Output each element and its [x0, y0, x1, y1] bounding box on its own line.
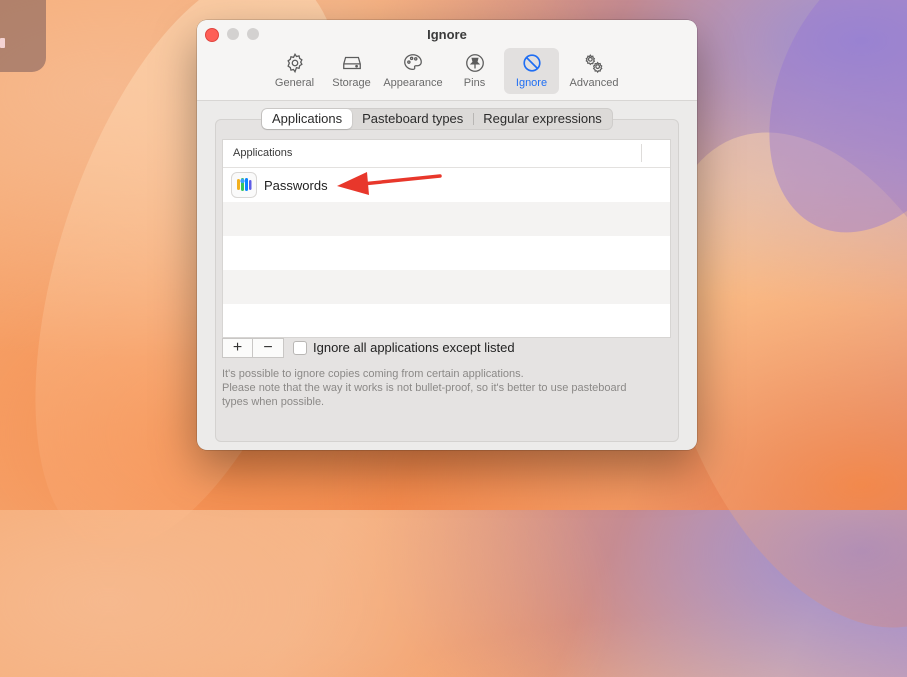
toolbar-tab-general[interactable]: General	[267, 48, 322, 94]
table-row[interactable]: Passwords	[223, 168, 670, 202]
tab-regular-expressions[interactable]: Regular expressions	[473, 109, 612, 129]
toolbar-tab-label: Storage	[332, 77, 371, 89]
toolbar-tab-label: Appearance	[383, 77, 443, 89]
table-row-empty	[223, 202, 670, 236]
table-row-empty	[223, 304, 670, 337]
tab-pasteboard-types[interactable]: Pasteboard types	[352, 109, 473, 129]
help-note-line: Please note that the way it works is not…	[222, 382, 627, 394]
gears-icon	[585, 54, 603, 74]
desktop-widget-fragment	[0, 0, 46, 72]
tab-applications[interactable]: Applications	[262, 109, 353, 129]
title-bar: Ignore General Storage Appearance Pins I…	[197, 20, 697, 101]
table-row-empty	[223, 236, 670, 270]
passwords-app-icon	[231, 172, 257, 198]
gear-icon	[286, 52, 303, 74]
toolbar-tab-label: Ignore	[515, 77, 548, 89]
help-note-line: It's possible to ignore copies coming fr…	[222, 368, 524, 380]
preferences-window: Ignore General Storage Appearance Pins I…	[197, 20, 697, 450]
pin-icon	[465, 54, 484, 72]
table-header[interactable]: Applications	[223, 140, 670, 168]
help-note: It's possible to ignore copies coming fr…	[222, 367, 672, 409]
toolbar-tab-ignore[interactable]: Ignore	[504, 48, 559, 94]
column-header-applications[interactable]: Applications	[233, 147, 292, 159]
toolbar-tab-label: Pins	[463, 77, 486, 89]
segmented-tab-control: Applications Pasteboard types Regular ex…	[261, 108, 613, 130]
ignore-all-except-checkbox[interactable]	[293, 341, 307, 355]
column-divider	[641, 144, 642, 162]
toolbar-tab-label: Advanced	[569, 77, 619, 89]
remove-button[interactable]: −	[253, 338, 284, 358]
palette-icon	[404, 54, 422, 71]
toolbar-tab-advanced[interactable]: Advanced	[561, 48, 627, 94]
app-name: Passwords	[264, 177, 328, 193]
storage-drive-icon	[342, 56, 361, 70]
applications-table: Applications Passwords	[222, 139, 671, 338]
toolbar-tab-label: General	[274, 77, 315, 89]
prohibited-icon	[522, 54, 541, 72]
ignore-all-except-label[interactable]: Ignore all applications except listed	[313, 340, 515, 355]
help-note-line: types when possible.	[222, 396, 325, 408]
table-row-empty	[223, 270, 670, 304]
add-remove-controls: + −	[222, 338, 284, 358]
window-title: Ignore	[427, 27, 467, 42]
wallpaper-ribbon	[725, 0, 907, 269]
toolbar-tab-storage[interactable]: Storage	[324, 48, 379, 94]
toolbar-tab-pins[interactable]: Pins	[447, 48, 502, 94]
preferences-toolbar: General Storage Appearance Pins Ignore A…	[267, 48, 627, 94]
toolbar-tab-appearance[interactable]: Appearance	[381, 48, 445, 94]
add-button[interactable]: +	[222, 338, 253, 358]
